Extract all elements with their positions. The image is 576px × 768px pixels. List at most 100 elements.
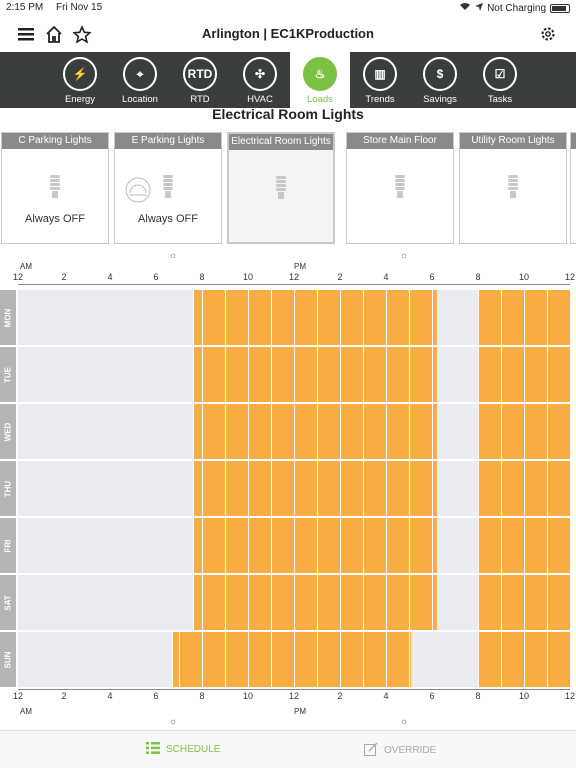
- schedule-on-block[interactable]: [225, 347, 248, 402]
- schedule-on-block[interactable]: [317, 347, 340, 402]
- schedule-on-block[interactable]: [409, 290, 432, 345]
- schedule-on-block[interactable]: [340, 632, 363, 687]
- schedule-on-block[interactable]: [478, 404, 501, 459]
- schedule-on-block[interactable]: [225, 575, 248, 630]
- schedule-on-block[interactable]: [409, 632, 412, 687]
- day-track[interactable]: [18, 347, 570, 402]
- schedule-on-block[interactable]: [248, 347, 271, 402]
- schedule-on-block[interactable]: [524, 347, 547, 402]
- schedule-on-block[interactable]: [409, 347, 432, 402]
- schedule-on-block[interactable]: [501, 461, 524, 516]
- schedule-on-block[interactable]: [386, 461, 409, 516]
- nav-energy[interactable]: ⚡ Energy: [50, 52, 110, 108]
- schedule-on-block[interactable]: [340, 404, 363, 459]
- nav-tasks[interactable]: ☑ Tasks: [470, 52, 530, 108]
- schedule-on-block[interactable]: [294, 290, 317, 345]
- schedule-on-block[interactable]: [524, 461, 547, 516]
- schedule-on-block[interactable]: [363, 632, 386, 687]
- schedule-on-block[interactable]: [248, 290, 271, 345]
- schedule-on-block[interactable]: [202, 347, 225, 402]
- schedule-on-block[interactable]: [547, 461, 570, 516]
- schedule-on-block[interactable]: [202, 575, 225, 630]
- schedule-on-block[interactable]: [294, 575, 317, 630]
- schedule-on-block[interactable]: [547, 632, 570, 687]
- schedule-on-block[interactable]: [409, 461, 432, 516]
- schedule-on-block[interactable]: [409, 404, 432, 459]
- nav-location[interactable]: ⌖ Location: [110, 52, 170, 108]
- nav-trends[interactable]: ▥ Trends: [350, 52, 410, 108]
- load-card[interactable]: Electrical Room Lights: [227, 132, 335, 244]
- load-card[interactable]: C Parking Lights Always OFF: [1, 132, 109, 244]
- schedule-on-block[interactable]: [225, 632, 248, 687]
- schedule-on-block[interactable]: [202, 404, 225, 459]
- schedule-on-block[interactable]: [386, 347, 409, 402]
- schedule-on-block[interactable]: [179, 632, 202, 687]
- schedule-on-block[interactable]: [294, 461, 317, 516]
- schedule-on-block[interactable]: [340, 290, 363, 345]
- load-card[interactable]: Store Main Floor: [346, 132, 454, 244]
- schedule-on-block[interactable]: [294, 518, 317, 573]
- schedule-on-block[interactable]: [192, 461, 202, 516]
- schedule-on-block[interactable]: [524, 404, 547, 459]
- schedule-on-block[interactable]: [547, 518, 570, 573]
- nav-hvac[interactable]: ✣ HVAC: [230, 52, 290, 108]
- schedule-on-block[interactable]: [547, 404, 570, 459]
- schedule-on-block[interactable]: [501, 575, 524, 630]
- schedule-on-block[interactable]: [225, 461, 248, 516]
- load-card-partial[interactable]: [570, 132, 576, 244]
- schedule-on-block[interactable]: [478, 461, 501, 516]
- nav-loads[interactable]: ♨ Loads: [290, 52, 350, 108]
- schedule-on-block[interactable]: [317, 575, 340, 630]
- schedule-on-block[interactable]: [432, 347, 437, 402]
- schedule-on-block[interactable]: [340, 461, 363, 516]
- day-track[interactable]: [18, 290, 570, 345]
- schedule-on-block[interactable]: [432, 518, 437, 573]
- schedule-on-block[interactable]: [547, 347, 570, 402]
- schedule-on-block[interactable]: [317, 632, 340, 687]
- schedule-on-block[interactable]: [547, 575, 570, 630]
- schedule-on-block[interactable]: [409, 518, 432, 573]
- schedule-on-block[interactable]: [192, 290, 202, 345]
- schedule-on-block[interactable]: [386, 404, 409, 459]
- schedule-on-block[interactable]: [202, 290, 225, 345]
- schedule-on-block[interactable]: [248, 632, 271, 687]
- override-tab[interactable]: OVERRIDE: [364, 742, 436, 759]
- schedule-on-block[interactable]: [363, 575, 386, 630]
- schedule-on-block[interactable]: [172, 632, 179, 687]
- schedule-on-block[interactable]: [478, 347, 501, 402]
- schedule-on-block[interactable]: [340, 518, 363, 573]
- schedule-on-block[interactable]: [386, 518, 409, 573]
- day-track[interactable]: [18, 404, 570, 459]
- schedule-on-block[interactable]: [478, 518, 501, 573]
- schedule-on-block[interactable]: [317, 290, 340, 345]
- schedule-on-block[interactable]: [225, 290, 248, 345]
- schedule-on-block[interactable]: [248, 404, 271, 459]
- schedule-on-block[interactable]: [294, 404, 317, 459]
- schedule-on-block[interactable]: [432, 461, 437, 516]
- schedule-on-block[interactable]: [202, 632, 225, 687]
- schedule-on-block[interactable]: [271, 632, 294, 687]
- schedule-on-block[interactable]: [192, 518, 202, 573]
- schedule-on-block[interactable]: [271, 518, 294, 573]
- schedule-on-block[interactable]: [271, 347, 294, 402]
- day-track[interactable]: [18, 461, 570, 516]
- schedule-on-block[interactable]: [524, 518, 547, 573]
- schedule-on-block[interactable]: [271, 575, 294, 630]
- day-track[interactable]: [18, 632, 570, 687]
- schedule-on-block[interactable]: [363, 290, 386, 345]
- schedule-on-block[interactable]: [524, 290, 547, 345]
- schedule-on-block[interactable]: [386, 632, 409, 687]
- schedule-on-block[interactable]: [317, 404, 340, 459]
- schedule-on-block[interactable]: [192, 347, 202, 402]
- schedule-on-block[interactable]: [202, 461, 225, 516]
- day-track[interactable]: [18, 575, 570, 630]
- schedule-on-block[interactable]: [294, 347, 317, 402]
- schedule-on-block[interactable]: [547, 290, 570, 345]
- schedule-on-block[interactable]: [248, 461, 271, 516]
- schedule-on-block[interactable]: [478, 575, 501, 630]
- schedule-on-block[interactable]: [501, 518, 524, 573]
- schedule-on-block[interactable]: [478, 290, 501, 345]
- schedule-on-block[interactable]: [501, 404, 524, 459]
- schedule-on-block[interactable]: [225, 518, 248, 573]
- schedule-on-block[interactable]: [225, 404, 248, 459]
